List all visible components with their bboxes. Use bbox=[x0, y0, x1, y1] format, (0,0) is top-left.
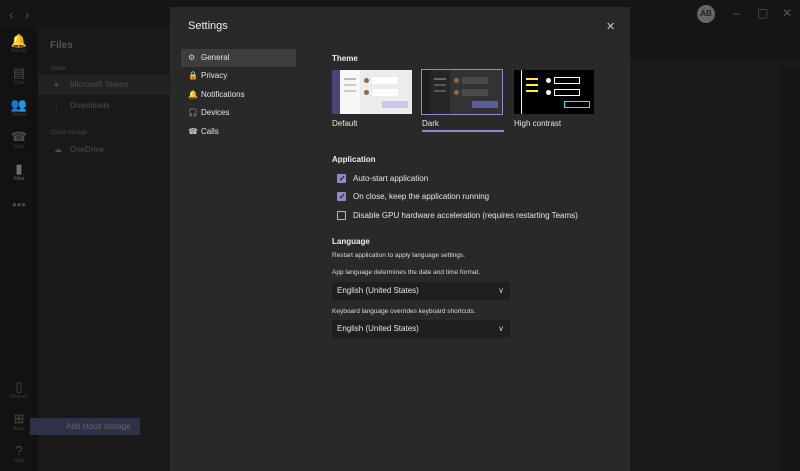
rail-label: Devices bbox=[10, 394, 28, 400]
files-icon: ▮ bbox=[15, 161, 23, 176]
nav-item-label: Calls bbox=[201, 126, 219, 136]
teams-window: ‹ › AB – ▢ ✕ 🔔 Activity ▤ Chat 👥 Teams ☎… bbox=[0, 0, 800, 471]
files-item-onedrive[interactable]: ☁ OneDrive bbox=[38, 140, 170, 160]
app-language-select[interactable]: English (United States) ∨ bbox=[332, 282, 510, 300]
checkbox-label: On close, keep the application running bbox=[353, 192, 490, 201]
add-cloud-storage-button[interactable]: Add cloud storage bbox=[30, 418, 140, 435]
gear-icon: ⚙ bbox=[188, 53, 196, 62]
theme-heading: Theme bbox=[332, 54, 358, 63]
checkbox-checked-icon bbox=[337, 190, 346, 204]
maximize-icon[interactable]: ▢ bbox=[757, 6, 768, 20]
auto-start-checkbox[interactable]: Auto-start application bbox=[337, 172, 428, 186]
rail-label: Teams bbox=[11, 112, 27, 118]
keep-running-checkbox[interactable]: On close, keep the application running bbox=[337, 190, 489, 204]
rail-label: Calls bbox=[13, 144, 25, 150]
checkbox-label: Disable GPU hardware acceleration (requi… bbox=[353, 211, 578, 220]
settings-dialog: Settings ✕ ⚙ General 🔒 Privacy 🔔 Notific… bbox=[170, 7, 630, 471]
main-header-strip bbox=[630, 58, 800, 66]
rail-label: Help bbox=[13, 458, 25, 464]
files-item-microsoft-teams[interactable]: ● Microsoft Teams bbox=[38, 75, 170, 95]
theme-preview-high-contrast bbox=[514, 70, 594, 114]
theme-option-high-contrast[interactable]: High contrast bbox=[514, 70, 594, 128]
files-item-label: OneDrive bbox=[70, 145, 104, 154]
theme-option-dark[interactable]: Dark bbox=[421, 69, 504, 132]
rail-label: Activity bbox=[11, 48, 27, 54]
chevron-down-icon: ∨ bbox=[498, 286, 504, 295]
files-item-downloads[interactable]: ↓ Downloads bbox=[38, 96, 170, 116]
nav-item-label: Notifications bbox=[201, 89, 245, 99]
chevron-down-icon: ∨ bbox=[498, 324, 504, 333]
nav-item-calls[interactable]: ☎ Calls bbox=[181, 123, 296, 141]
rail-item-activity[interactable]: 🔔 Activity bbox=[0, 34, 38, 55]
nav-item-label: General bbox=[201, 53, 230, 62]
nav-item-privacy[interactable]: 🔒 Privacy bbox=[181, 67, 296, 85]
rail-item-devices[interactable]: ▯ Devices bbox=[0, 380, 38, 401]
settings-content: Theme Default Dark High contrast Applica… bbox=[332, 7, 622, 471]
disable-gpu-checkbox[interactable]: Disable GPU hardware acceleration (requi… bbox=[337, 209, 578, 223]
theme-option-default[interactable]: Default bbox=[332, 70, 412, 128]
nav-item-label: Devices bbox=[201, 108, 230, 118]
nav-item-notifications[interactable]: 🔔 Notifications bbox=[181, 86, 296, 104]
theme-label: High contrast bbox=[514, 119, 562, 128]
cloud-storage-label: Cloud storage bbox=[50, 130, 88, 136]
select-value: English (United States) bbox=[337, 286, 419, 295]
teams-icon: ● bbox=[54, 80, 59, 89]
headset-icon: 🎧 bbox=[188, 108, 198, 118]
more-icon: ••• bbox=[12, 197, 26, 212]
application-heading: Application bbox=[332, 155, 376, 164]
keyboard-language-hint: Keyboard language overrides keyboard sho… bbox=[332, 308, 476, 315]
app-language-hint: App language determines the date and tim… bbox=[332, 269, 481, 276]
device-icon: ▯ bbox=[15, 379, 23, 394]
nav-item-devices[interactable]: 🎧 Devices bbox=[181, 104, 296, 122]
checkbox-unchecked-icon bbox=[337, 211, 346, 220]
cloud-icon: ☁ bbox=[54, 145, 62, 154]
nav-item-general[interactable]: ⚙ General bbox=[181, 49, 296, 67]
back-arrow-icon[interactable]: ‹ bbox=[9, 7, 13, 22]
rail-item-chat[interactable]: ▤ Chat bbox=[0, 66, 38, 87]
rail-item-more[interactable]: ••• bbox=[0, 198, 38, 212]
chat-icon: ▤ bbox=[12, 65, 26, 80]
files-title: Files bbox=[50, 40, 73, 51]
bell-icon: 🔔 bbox=[10, 33, 28, 48]
files-item-label: Downloads bbox=[70, 101, 110, 110]
checkbox-checked-icon bbox=[337, 172, 346, 186]
checkbox-label: Auto-start application bbox=[353, 174, 429, 183]
help-icon: ? bbox=[15, 443, 23, 458]
keyboard-language-select[interactable]: English (United States) ∨ bbox=[332, 320, 510, 338]
avatar[interactable]: AB bbox=[697, 5, 715, 23]
calls-icon: ☎ bbox=[10, 129, 28, 144]
rail-label: Files bbox=[13, 176, 25, 182]
files-panel: Files Views ● Microsoft Teams ↓ Download… bbox=[38, 28, 170, 471]
files-item-label: Microsoft Teams bbox=[70, 80, 129, 89]
rail-item-help[interactable]: ? Help bbox=[0, 444, 38, 465]
nav-item-label: Privacy bbox=[201, 71, 228, 81]
rail-item-teams[interactable]: 👥 Teams bbox=[0, 98, 38, 119]
phone-icon: ☎ bbox=[188, 126, 198, 136]
select-value: English (United States) bbox=[337, 324, 419, 333]
theme-preview-dark bbox=[421, 69, 503, 115]
close-window-icon[interactable]: ✕ bbox=[782, 6, 792, 20]
rail-item-calls[interactable]: ☎ Calls bbox=[0, 130, 38, 151]
restart-note: Restart application to apply language se… bbox=[332, 252, 465, 259]
views-label: Views bbox=[50, 66, 66, 72]
theme-label: Dark bbox=[422, 119, 439, 128]
main-content bbox=[630, 66, 780, 471]
app-rail: 🔔 Activity ▤ Chat 👥 Teams ☎ Calls ▮ File… bbox=[0, 28, 38, 471]
forward-arrow-icon[interactable]: › bbox=[25, 7, 29, 22]
download-icon: ↓ bbox=[54, 101, 58, 110]
theme-label: Default bbox=[332, 119, 358, 128]
settings-nav: ⚙ General 🔒 Privacy 🔔 Notifications 🎧 De… bbox=[181, 49, 296, 141]
minimize-icon[interactable]: – bbox=[733, 6, 740, 20]
bell-icon: 🔔 bbox=[188, 89, 198, 99]
language-heading: Language bbox=[332, 237, 370, 246]
theme-preview-default bbox=[332, 70, 412, 114]
dialog-title: Settings bbox=[188, 20, 228, 32]
teams-icon: 👥 bbox=[10, 97, 28, 112]
rail-label: Chat bbox=[13, 80, 25, 86]
selected-theme-indicator bbox=[422, 130, 504, 132]
rail-item-files[interactable]: ▮ Files bbox=[0, 162, 38, 183]
lock-icon: 🔒 bbox=[188, 71, 198, 81]
